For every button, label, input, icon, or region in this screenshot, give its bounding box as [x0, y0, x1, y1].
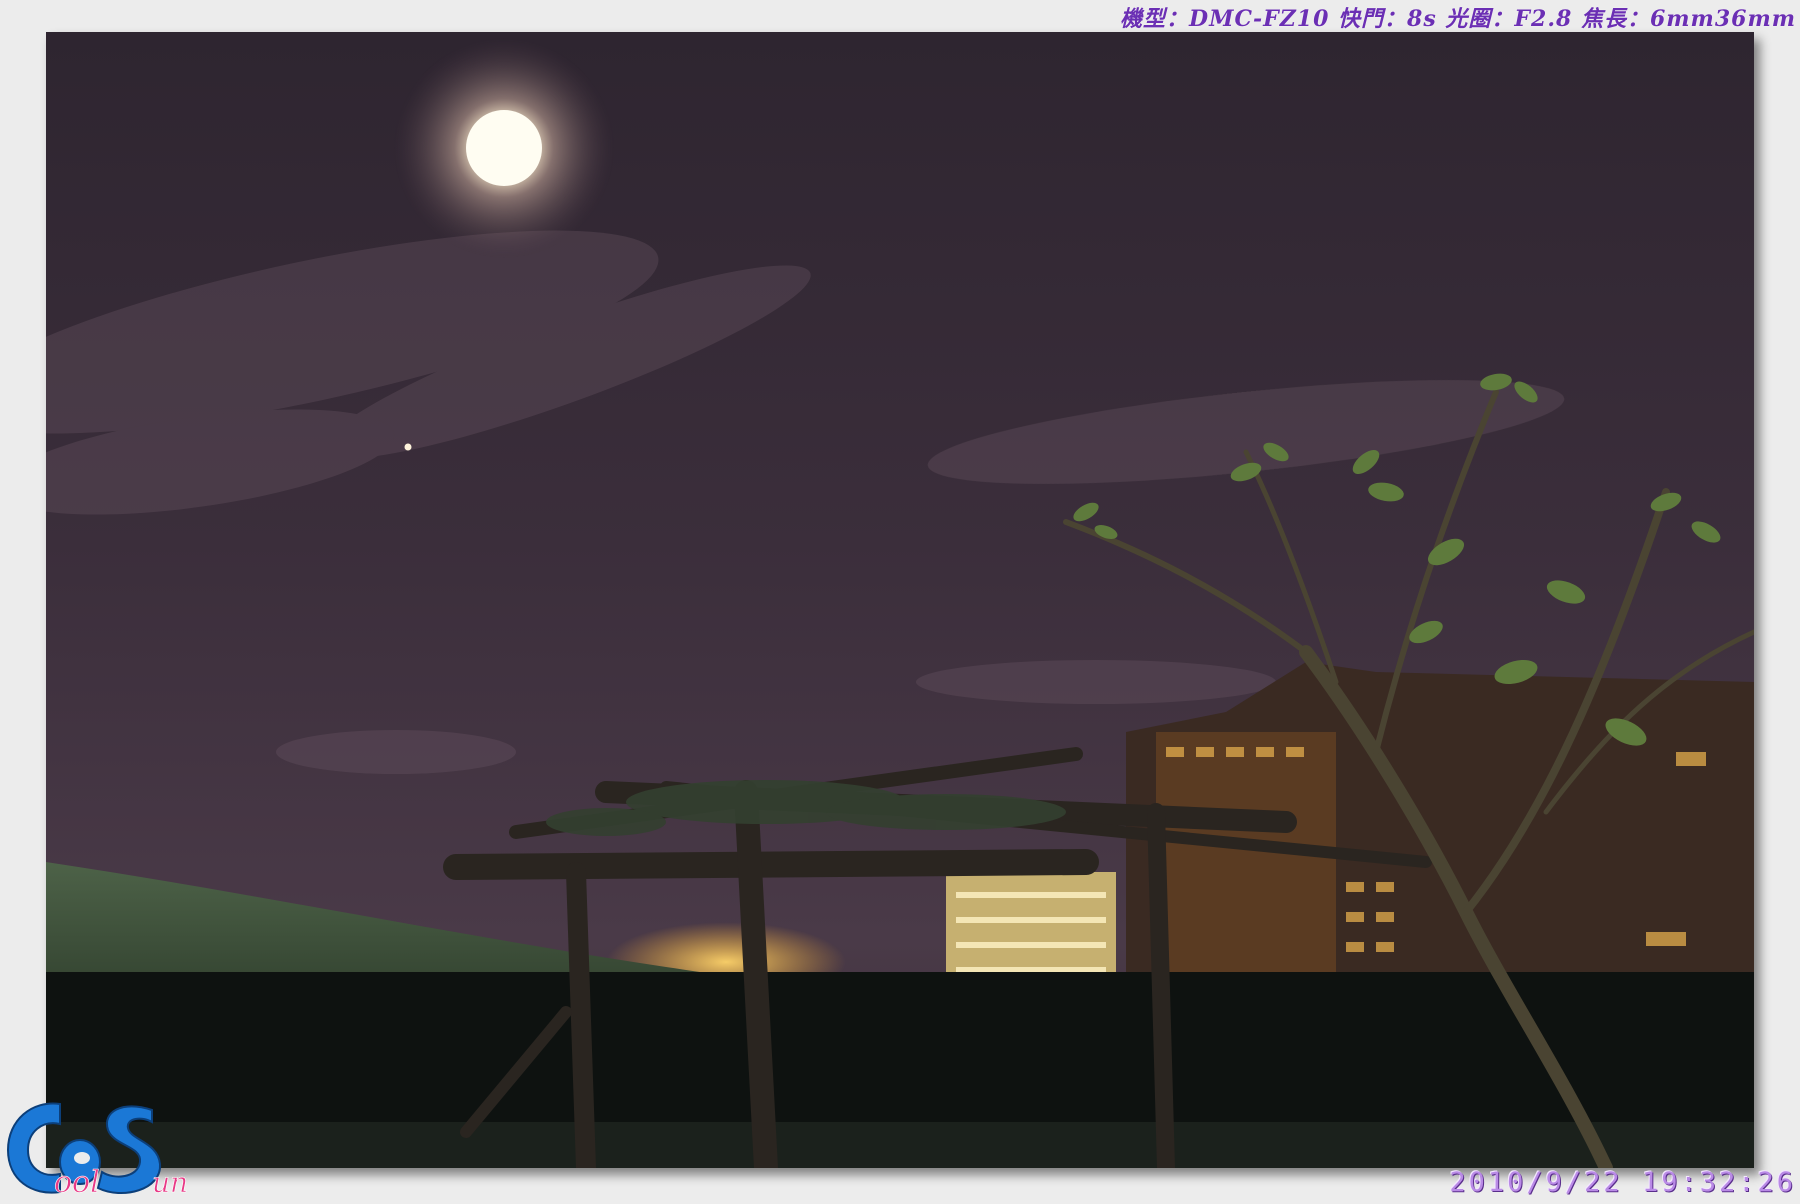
ceesun-logo: ool un	[2, 1092, 212, 1200]
night-sky-photo	[46, 32, 1754, 1168]
logo-script: ool	[54, 1165, 100, 1200]
photo-frame: 機型：DMC-FZ10 快門：8s 光圈：F2.8 焦長：6mm36mm ool…	[0, 0, 1800, 1200]
svg-text:un: un	[152, 1166, 188, 1199]
exif-caption: 機型：DMC-FZ10 快門：8s 光圈：F2.8 焦長：6mm36mm	[1120, 6, 1796, 32]
date-time-stamp: 2010/9/22 19:32:26	[1449, 1167, 1796, 1198]
logo-letter-s	[96, 1105, 162, 1195]
planet-dot	[404, 443, 412, 451]
logo-letter-c	[6, 1102, 61, 1194]
